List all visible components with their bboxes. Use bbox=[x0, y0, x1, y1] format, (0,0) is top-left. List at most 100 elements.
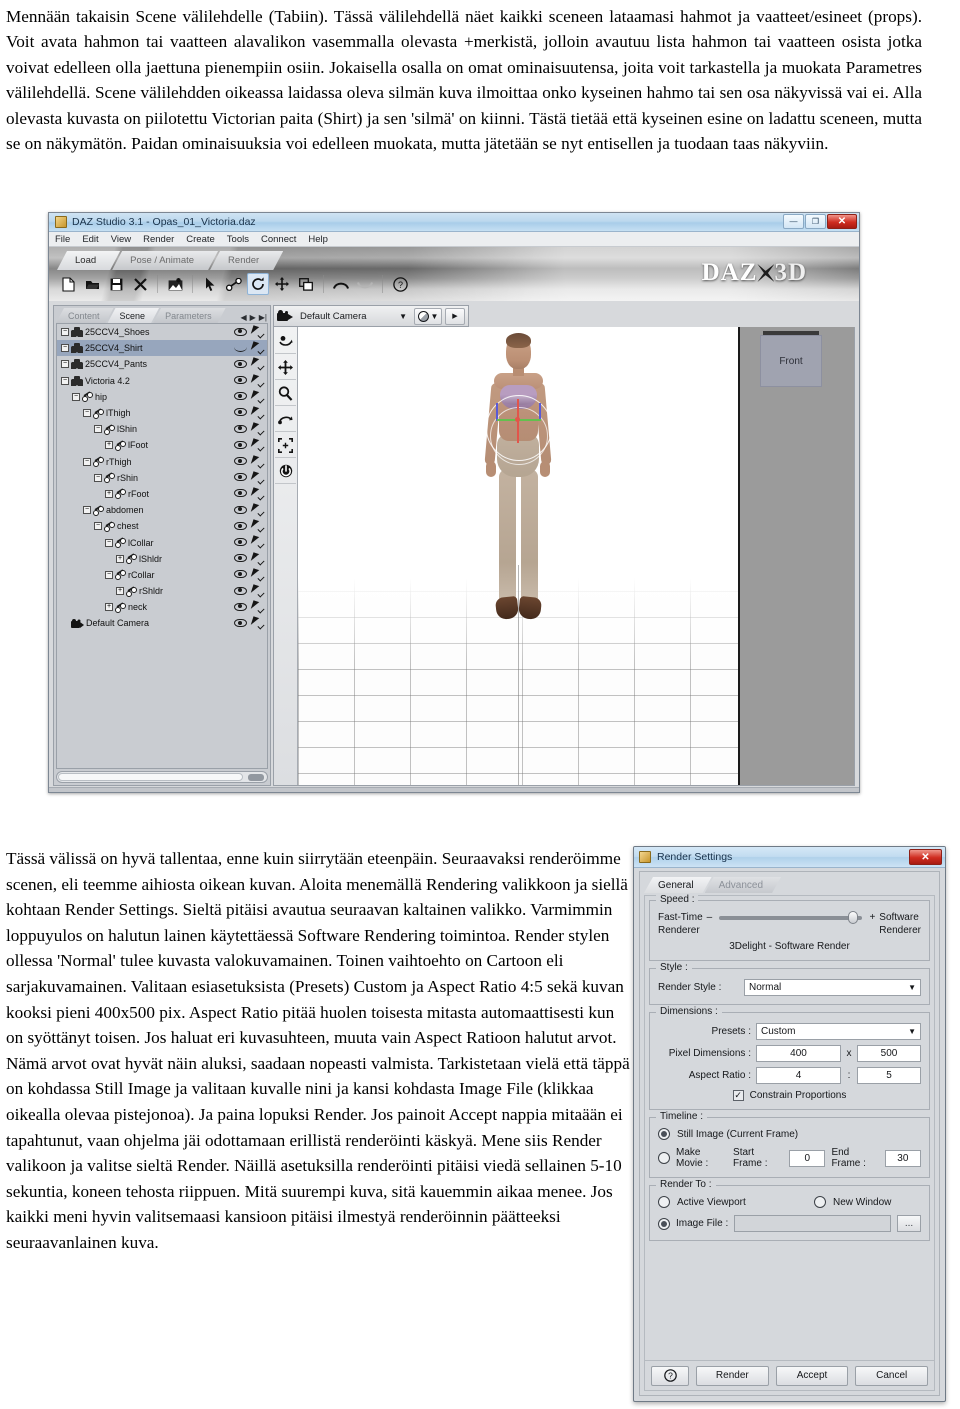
selectable-cursor-icon[interactable] bbox=[252, 520, 263, 531]
eye-open-icon[interactable] bbox=[234, 359, 247, 368]
end-frame-input[interactable]: 30 bbox=[884, 1149, 921, 1167]
help-icon[interactable]: ? bbox=[389, 273, 411, 295]
translate-tool-icon[interactable] bbox=[271, 273, 293, 295]
frame-icon[interactable] bbox=[275, 433, 296, 458]
collapse-icon[interactable]: − bbox=[61, 328, 69, 337]
tab-general[interactable]: General bbox=[644, 877, 712, 893]
pan-icon[interactable] bbox=[275, 355, 296, 380]
scrollbar-thumb[interactable] bbox=[58, 773, 243, 781]
make-movie-row[interactable]: Make Movie : Start Frame : 0 End Frame :… bbox=[658, 1147, 921, 1169]
zoom-icon[interactable] bbox=[275, 381, 296, 406]
eye-open-icon[interactable] bbox=[234, 537, 247, 546]
eye-open-icon[interactable] bbox=[234, 618, 247, 627]
eye-open-icon[interactable] bbox=[234, 457, 247, 465]
tree-row[interactable]: + lFoot bbox=[57, 437, 267, 453]
collapse-icon[interactable]: − bbox=[94, 522, 102, 531]
pixel-height-input[interactable]: 500 bbox=[857, 1045, 921, 1062]
menu-item-edit[interactable]: Edit bbox=[82, 234, 98, 245]
menu-item-tools[interactable]: Tools bbox=[227, 234, 249, 245]
start-frame-input[interactable]: 0 bbox=[789, 1149, 826, 1167]
image-file-input[interactable] bbox=[734, 1215, 891, 1232]
collapse-icon[interactable]: − bbox=[105, 570, 113, 579]
redo-icon[interactable] bbox=[354, 273, 376, 295]
tree-row[interactable]: + lShldr bbox=[57, 551, 267, 567]
eye-open-icon[interactable] bbox=[234, 440, 247, 449]
selectable-cursor-icon[interactable] bbox=[252, 536, 263, 547]
tree-row[interactable]: − 25CCV4_Shirt bbox=[57, 340, 267, 357]
tree-row[interactable]: − Victoria 4.2 bbox=[57, 373, 267, 389]
eye-open-icon[interactable] bbox=[234, 554, 247, 563]
collapse-icon[interactable]: − bbox=[83, 409, 91, 418]
collapse-icon[interactable]: − bbox=[83, 506, 91, 515]
expand-icon[interactable]: + bbox=[105, 603, 113, 612]
menu-item-render[interactable]: Render bbox=[143, 234, 174, 245]
collapse-icon[interactable]: − bbox=[72, 392, 80, 401]
selectable-cursor-icon[interactable] bbox=[252, 488, 263, 499]
eye-open-icon[interactable] bbox=[234, 489, 247, 498]
close-button[interactable]: ✕ bbox=[827, 214, 857, 229]
eye-open-icon[interactable] bbox=[234, 586, 247, 595]
menu-item-connect[interactable]: Connect bbox=[261, 234, 296, 245]
still-image-row[interactable]: Still Image (Current Frame) bbox=[658, 1128, 921, 1140]
scene-tree[interactable]: −25CCV4_Shoes −25CCV4_Shirt −25CCV4_Pants −… bbox=[56, 323, 268, 769]
bone-tool-icon[interactable] bbox=[223, 273, 245, 295]
new-file-icon[interactable] bbox=[57, 273, 79, 295]
selectable-cursor-icon[interactable] bbox=[252, 617, 263, 628]
make-movie-radio[interactable] bbox=[658, 1152, 670, 1164]
tree-row[interactable]: + rShldr bbox=[57, 583, 267, 599]
menu-item-help[interactable]: Help bbox=[308, 234, 328, 245]
eye-open-icon[interactable] bbox=[234, 327, 247, 336]
selectable-cursor-icon[interactable] bbox=[252, 358, 263, 369]
new-window-radio[interactable] bbox=[814, 1196, 826, 1208]
render-image-icon[interactable] bbox=[164, 273, 186, 295]
tab-content[interactable]: Content bbox=[56, 308, 114, 323]
tab-next-arrow[interactable]: ▶ bbox=[250, 313, 256, 322]
selectable-cursor-icon[interactable] bbox=[252, 456, 263, 467]
selectable-cursor-icon[interactable] bbox=[252, 342, 263, 353]
constrain-proportions-checkbox[interactable]: ✓ bbox=[732, 1090, 744, 1101]
tab-scene[interactable]: Scene bbox=[108, 308, 160, 323]
viewport-canvas[interactable] bbox=[298, 327, 738, 785]
tab-render[interactable]: Render bbox=[210, 251, 283, 270]
image-file-radio[interactable] bbox=[658, 1217, 670, 1230]
render-style-select[interactable]: Normal ▼ bbox=[744, 979, 921, 996]
help-button[interactable]: ? bbox=[651, 1365, 689, 1386]
orbit-icon[interactable] bbox=[275, 329, 296, 354]
tree-row[interactable]: − rCollar bbox=[57, 567, 267, 583]
selectable-cursor-icon[interactable] bbox=[252, 375, 263, 386]
eye-closed-icon[interactable] bbox=[234, 344, 247, 352]
tree-row[interactable]: − lShin bbox=[57, 421, 267, 437]
collapse-icon[interactable]: − bbox=[83, 457, 91, 466]
eye-open-icon[interactable] bbox=[234, 521, 247, 530]
accept-button[interactable]: Accept bbox=[775, 1365, 849, 1386]
selectable-cursor-icon[interactable] bbox=[252, 439, 263, 450]
tab-parameters[interactable]: Parameters bbox=[153, 308, 226, 323]
still-image-radio[interactable] bbox=[658, 1128, 670, 1140]
render-settings-close-button[interactable]: ✕ bbox=[909, 849, 942, 865]
cancel-button[interactable]: Cancel bbox=[855, 1365, 929, 1386]
eye-open-icon[interactable] bbox=[234, 602, 247, 611]
collapse-icon[interactable]: − bbox=[61, 360, 69, 369]
tab-advanced[interactable]: Advanced bbox=[705, 877, 781, 893]
camera-selector[interactable]: Default Camera ▼ bbox=[296, 308, 411, 324]
tree-row[interactable]: − abdomen bbox=[57, 502, 267, 518]
selectable-cursor-icon[interactable] bbox=[252, 391, 263, 402]
undo-icon[interactable] bbox=[330, 273, 352, 295]
select-arrow-icon[interactable] bbox=[199, 273, 221, 295]
speed-slider-knob[interactable] bbox=[848, 911, 859, 924]
tree-row[interactable]: − lCollar bbox=[57, 534, 267, 550]
selectable-cursor-icon[interactable] bbox=[252, 569, 263, 580]
selectable-cursor-icon[interactable] bbox=[252, 472, 263, 483]
image-file-browse-button[interactable]: ... bbox=[897, 1215, 921, 1232]
expand-icon[interactable]: + bbox=[105, 489, 113, 498]
minimize-button[interactable]: — bbox=[783, 214, 804, 229]
delete-x-icon[interactable] bbox=[129, 273, 151, 295]
expand-icon[interactable]: + bbox=[116, 587, 124, 596]
tab-last-arrow[interactable]: ▶| bbox=[259, 313, 267, 322]
tree-row[interactable]: − hip bbox=[57, 389, 267, 405]
tree-row[interactable]: Default Camera bbox=[57, 615, 267, 631]
selectable-cursor-icon[interactable] bbox=[252, 601, 263, 612]
eye-open-icon[interactable] bbox=[234, 473, 247, 482]
tree-row[interactable]: + rFoot bbox=[57, 486, 267, 502]
eye-open-icon[interactable] bbox=[234, 392, 247, 401]
